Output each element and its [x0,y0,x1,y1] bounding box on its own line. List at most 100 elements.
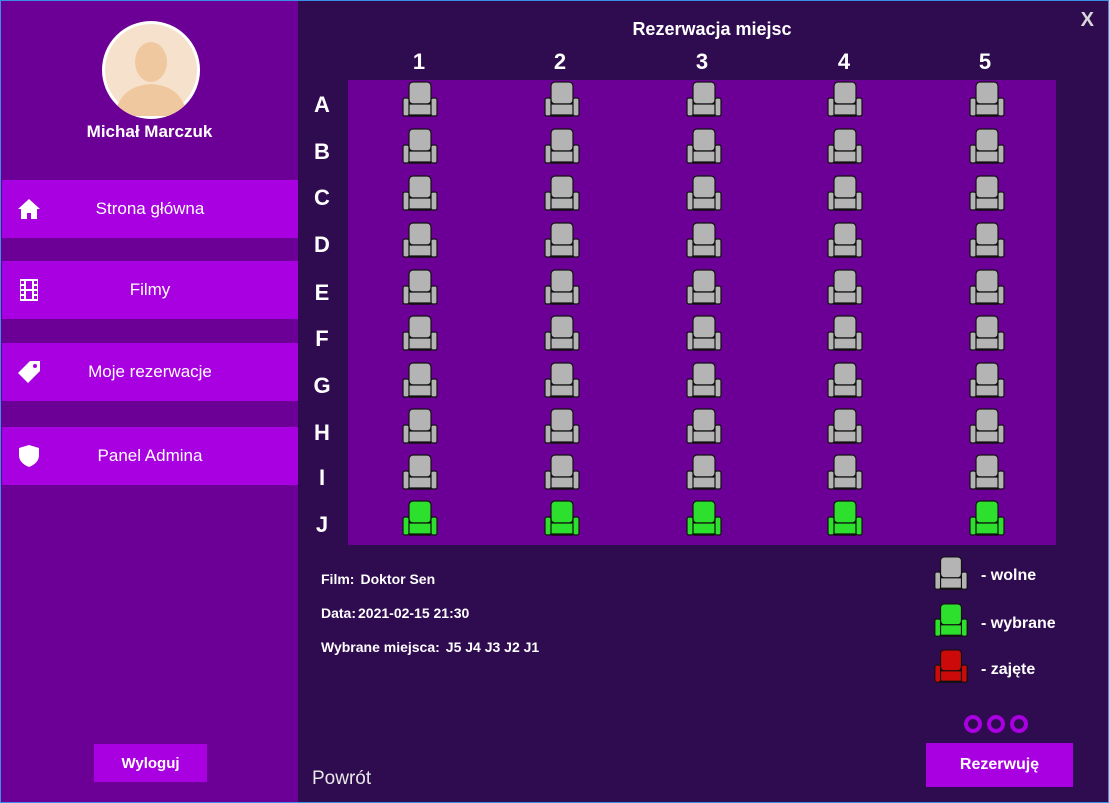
seat-B3[interactable] [684,127,724,167]
seat-D2[interactable] [542,221,582,261]
seat-B5[interactable] [967,127,1007,167]
seat-I2[interactable] [542,453,582,493]
seat-G1[interactable] [400,361,440,401]
row-letter: J [315,512,329,537]
nav-item-label: Filmy [129,280,171,299]
legend-label-selected: - wybrane [981,615,1056,632]
seat-F1[interactable] [400,314,440,354]
seat-H3[interactable] [684,407,724,447]
seat-E4[interactable] [825,268,865,308]
film-label: Film: [321,571,355,587]
nav-item-films[interactable]: Filmy [2,261,298,319]
seat-G3[interactable] [684,361,724,401]
nav-item-label: Panel Admina [97,446,203,465]
seat-A4[interactable] [825,80,865,120]
seat-F5[interactable] [967,314,1007,354]
seat-grid [348,80,1056,545]
nav-item-label: Strona główna [95,199,205,218]
seat-I3[interactable] [684,453,724,493]
seat-A5[interactable] [967,80,1007,120]
film-icon [20,279,38,301]
column-number: 1 [412,49,426,74]
column-number: 3 [695,49,709,74]
seat-H5[interactable] [967,407,1007,447]
loading-indicator [964,715,1028,733]
seat-G5[interactable] [967,361,1007,401]
date-label: Data: [321,605,357,621]
row-letter: F [315,326,329,351]
seat-H1[interactable] [400,407,440,447]
column-number: 4 [837,49,851,74]
seat-E5[interactable] [967,268,1007,308]
seat-J1[interactable] [400,499,440,539]
tag-icon [18,361,40,383]
seat-H2[interactable] [542,407,582,447]
close-button[interactable]: X [1081,9,1094,32]
seat-D4[interactable] [825,221,865,261]
date-value: 2021-02-15 21:30 [358,605,470,621]
dot-icon [987,715,1005,733]
row-letter: A [314,92,330,117]
seat-A2[interactable] [542,80,582,120]
legend-label-taken: - zajęte [981,661,1036,678]
shield-icon [19,445,39,467]
back-link[interactable]: Powrót [312,768,371,790]
dot-icon [1010,715,1028,733]
seat-F4[interactable] [825,314,865,354]
seat-free-icon [932,554,970,594]
film-info: Film: Doktor Sen [321,571,441,587]
seat-C2[interactable] [542,174,582,214]
row-letter: E [314,280,330,305]
logout-button[interactable]: Wyloguj [94,744,207,782]
nav-item-label: Moje rezerwacje [88,362,212,381]
seat-E3[interactable] [684,268,724,308]
seat-H4[interactable] [825,407,865,447]
row-letter: D [314,232,330,257]
seat-F3[interactable] [684,314,724,354]
seat-J3[interactable] [684,499,724,539]
column-number: 5 [978,49,992,74]
seat-C5[interactable] [967,174,1007,214]
seat-D3[interactable] [684,221,724,261]
main-panel: Rezerwacja miejsc X 1 2 3 4 5 A B C D E … [298,1,1108,802]
home-icon [18,199,40,219]
seat-I5[interactable] [967,453,1007,493]
column-number: 2 [553,49,567,74]
seat-selected-icon [932,601,970,641]
sidebar: Michał Marczuk Strona główna Filmy Moje … [1,1,298,802]
row-letter: B [314,139,330,164]
seat-E2[interactable] [542,268,582,308]
seat-J5[interactable] [967,499,1007,539]
nav-item-home[interactable]: Strona główna [2,180,298,238]
seat-B2[interactable] [542,127,582,167]
seat-taken-icon [932,647,970,687]
seat-J4[interactable] [825,499,865,539]
seat-I1[interactable] [400,453,440,493]
seat-C1[interactable] [400,174,440,214]
seat-C3[interactable] [684,174,724,214]
row-letter: G [313,373,331,398]
seat-B4[interactable] [825,127,865,167]
seat-G2[interactable] [542,361,582,401]
seat-J2[interactable] [542,499,582,539]
seat-B1[interactable] [400,127,440,167]
selected-seats-info: Wybrane miejsca: J5 J4 J3 J2 J1 [321,639,545,655]
seat-G4[interactable] [825,361,865,401]
nav-item-admin-panel[interactable]: Panel Admina [2,427,298,485]
reserve-button[interactable]: Rezerwuję [926,743,1073,787]
legend-label-free: - wolne [981,567,1037,584]
seat-E1[interactable] [400,268,440,308]
seat-I4[interactable] [825,453,865,493]
seat-F2[interactable] [542,314,582,354]
film-value: Doktor Sen [360,571,436,587]
seat-A1[interactable] [400,80,440,120]
selected-seats-label: Wybrane miejsca: [321,639,440,655]
seat-D1[interactable] [400,221,440,261]
selected-seats-value: J5 J4 J3 J2 J1 [445,639,540,655]
nav-item-reservations[interactable]: Moje rezerwacje [2,343,298,401]
seat-A3[interactable] [684,80,724,120]
seat-C4[interactable] [825,174,865,214]
seat-D5[interactable] [967,221,1007,261]
row-letter: I [318,465,326,490]
row-letter: H [314,420,330,445]
